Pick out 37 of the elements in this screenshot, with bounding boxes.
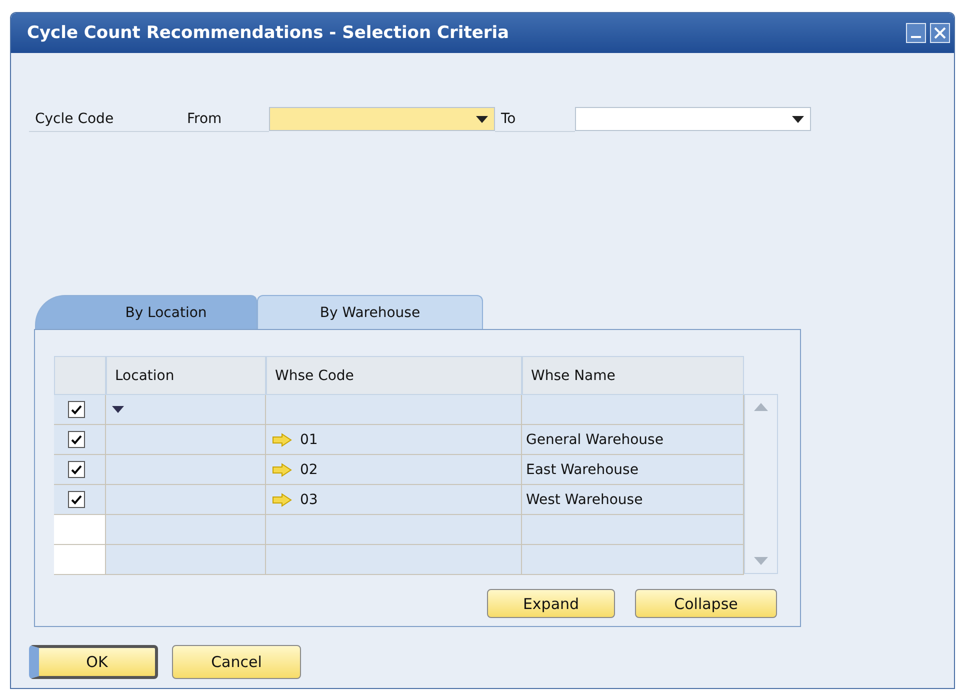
ok-button[interactable]: OK [29,645,158,679]
checkbox[interactable] [68,431,85,448]
close-icon [934,27,946,39]
dropdown-caret-icon [112,406,124,413]
from-dropdown[interactable] [269,107,495,131]
checkbox[interactable] [68,401,85,418]
table-cell: West Warehouse [522,485,744,515]
cancel-button[interactable]: Cancel [172,645,301,679]
field-label: Cycle Code [29,106,181,132]
minimize-button[interactable] [906,23,926,43]
collapse-button[interactable]: Collapse [635,589,777,618]
warehouse-code: 02 [300,462,318,478]
arrow-right-icon[interactable] [272,462,292,476]
caret-icon [476,116,488,122]
table-cell: East Warehouse [522,455,744,485]
warehouse-code: 03 [300,492,318,508]
arrow-right-icon[interactable] [272,432,292,446]
window-title: Cycle Count Recommendations - Selection Criteria [27,23,510,43]
close-button[interactable] [930,23,950,43]
tab[interactable]: By Warehouse [257,295,483,329]
column-header: Location [106,356,266,395]
row-selector-cell [54,545,106,575]
arrow-right-icon[interactable] [272,492,292,506]
column-header: Whse Name [522,356,744,395]
scroll-down-icon[interactable] [754,557,768,565]
checkbox[interactable] [68,491,85,508]
column-header: Whse Code [266,356,522,395]
checkbox[interactable] [68,461,85,478]
to-dropdown[interactable] [575,107,811,131]
caret-icon [792,116,804,122]
warehouse-code: 01 [300,432,318,448]
expand-button[interactable]: Expand [487,589,615,618]
tab[interactable]: By Location [35,295,257,329]
minimize-icon [911,36,921,38]
scrollbar[interactable] [744,394,778,574]
table-cell: General Warehouse [522,425,744,455]
scroll-up-icon[interactable] [754,403,768,411]
